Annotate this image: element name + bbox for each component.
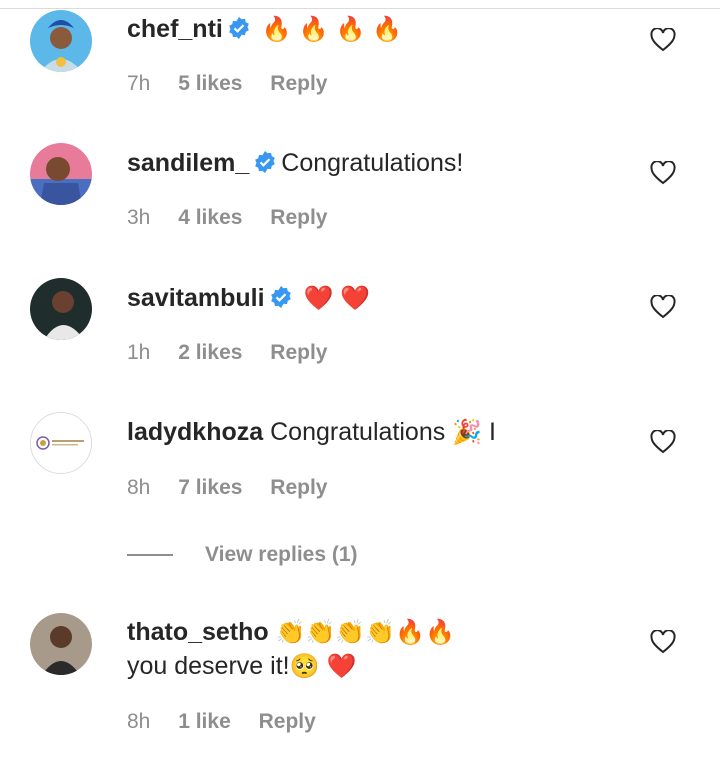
fire-emoji: 🔥 — [425, 618, 455, 646]
avatar[interactable] — [30, 412, 92, 474]
fire-emoji: 🔥 — [335, 15, 366, 43]
avatar[interactable] — [30, 278, 92, 340]
pleading-face-emoji: 🥺 — [289, 652, 320, 680]
like-heart-icon[interactable] — [650, 27, 676, 52]
clapping-emoji: 👏 — [335, 618, 366, 646]
avatar-ladyd-logo-icon — [31, 413, 91, 473]
red-heart-emoji: ❤️ — [326, 652, 357, 680]
reply-link[interactable]: Reply — [270, 341, 327, 364]
party-popper-emoji: 🎉 — [452, 418, 483, 446]
avatar[interactable] — [30, 143, 92, 205]
likes-count[interactable]: 2 likes — [178, 341, 242, 364]
verified-badge-icon — [269, 284, 293, 318]
view-replies-label: View replies (1) — [205, 543, 358, 566]
view-replies-dash — [127, 554, 173, 556]
comment-time: 8h — [127, 476, 151, 499]
reply-link[interactable]: Reply — [259, 710, 316, 733]
comment-time: 7h — [127, 72, 151, 95]
avatar[interactable] — [30, 10, 92, 72]
fire-emoji: 🔥 — [261, 15, 292, 43]
comment-username[interactable]: sandilem_ — [127, 149, 249, 177]
comment-time: 8h — [127, 710, 151, 733]
avatar-thato-icon — [30, 613, 92, 675]
reply-link[interactable]: Reply — [270, 72, 327, 95]
comment-username[interactable]: savitambuli — [127, 284, 265, 312]
like-heart-icon[interactable] — [650, 294, 676, 319]
reply-link[interactable]: Reply — [270, 206, 327, 229]
fire-emoji: 🔥 — [298, 15, 329, 43]
likes-count[interactable]: 7 likes — [178, 476, 242, 499]
comment-text: you deserve it! — [127, 652, 290, 680]
avatar-savita-icon — [30, 278, 92, 340]
top-divider — [0, 0, 720, 9]
view-replies-button[interactable]: View replies (1) — [127, 540, 358, 570]
comment-text-trail: I — [489, 418, 496, 446]
clapping-emoji: 👏 — [365, 618, 396, 646]
likes-count[interactable]: 5 likes — [178, 72, 242, 95]
comment-username[interactable]: thato_setho — [127, 618, 269, 646]
red-heart-emoji: ❤️ — [340, 284, 371, 312]
comment-time: 1h — [127, 341, 151, 364]
verified-badge-icon — [253, 149, 277, 183]
likes-count[interactable]: 4 likes — [178, 206, 242, 229]
reply-link[interactable]: Reply — [270, 476, 327, 499]
comment-username[interactable]: chef_nti — [127, 15, 223, 43]
comment-username[interactable]: ladydkhoza — [127, 418, 263, 446]
like-heart-icon[interactable] — [650, 629, 676, 654]
like-heart-icon[interactable] — [650, 160, 676, 185]
comment-text: Congratulations! — [281, 149, 464, 177]
fire-emoji: 🔥 — [372, 15, 403, 43]
like-heart-icon[interactable] — [650, 429, 676, 454]
comment-time: 3h — [127, 206, 151, 229]
red-heart-emoji: ❤️ — [303, 284, 334, 312]
avatar[interactable] — [30, 613, 92, 675]
clapping-emoji: 👏 — [275, 618, 306, 646]
avatar-sandile-icon — [30, 143, 92, 205]
fire-emoji: 🔥 — [395, 618, 426, 646]
avatar-chef-icon — [30, 10, 92, 72]
comment-text: Congratulations — [270, 418, 446, 446]
verified-badge-icon — [227, 15, 251, 49]
clapping-emoji: 👏 — [305, 618, 336, 646]
likes-count[interactable]: 1 like — [178, 710, 231, 733]
